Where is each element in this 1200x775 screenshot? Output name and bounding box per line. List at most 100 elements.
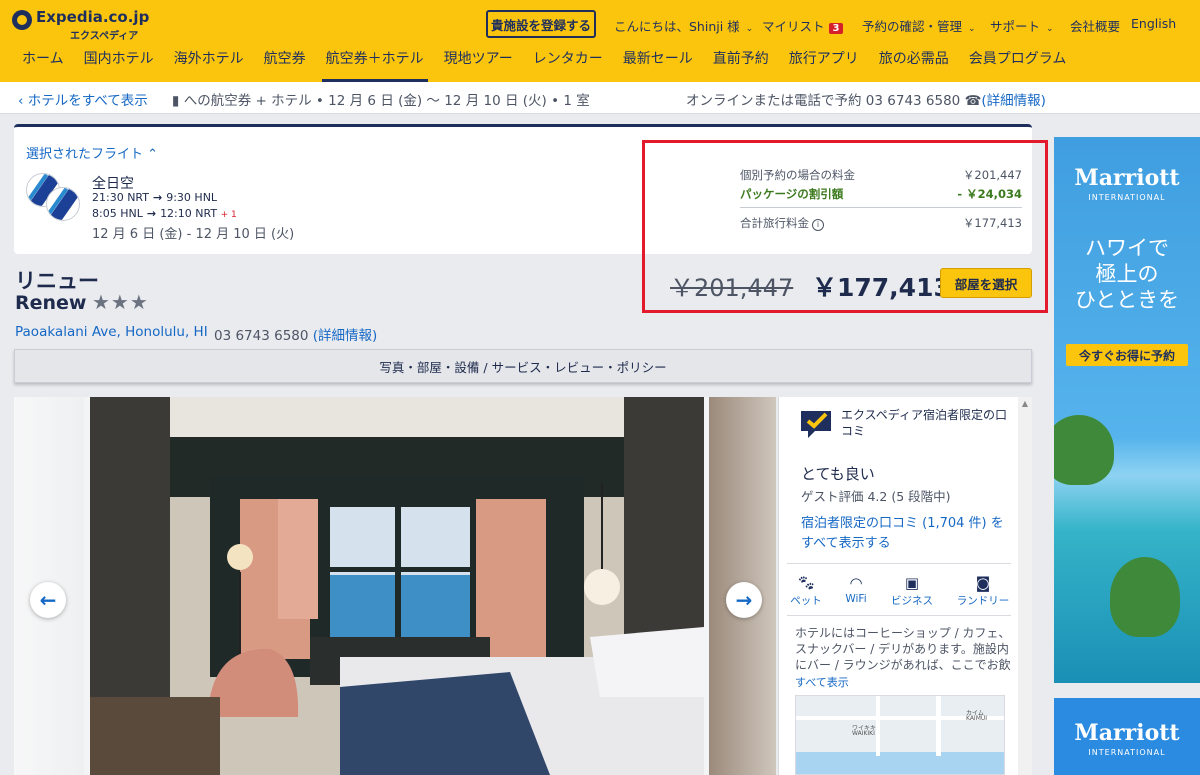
ad-book-now-button[interactable]: 今すぐお得に予約 (1066, 344, 1188, 366)
hotel-map[interactable]: ワイキキ WAIKIKI カイム KAIMUI (795, 695, 1005, 775)
trip-summary: ▮ への航空券 + ホテル • 12 月 6 日 (金) ～ 12 月 10 日… (172, 89, 590, 109)
nav-car-rental[interactable]: レンタカー (533, 46, 603, 76)
chevron-down-icon: ⌄ (745, 24, 754, 34)
amenity-business[interactable]: ▣ ビジネス (887, 573, 937, 608)
register-property-button[interactable]: 貴施設を登録する (486, 10, 596, 38)
flight-title-label: 選択されたフライト (26, 147, 144, 162)
trip-subbar: ‹ ホテルをすべて表示 ▮ への航空券 + ホテル • 12 月 6 日 (金)… (0, 82, 1200, 114)
hotel-name-japanese: リニュー (15, 269, 99, 293)
site-header: Expedia.co.jp エクスペディア 貴施設を登録する こんにちは、Shi… (0, 0, 1200, 82)
mylist-label: マイリスト (762, 19, 825, 34)
mylist-link[interactable]: マイリスト 3 (762, 16, 844, 35)
review-panel: エクスペディア宿泊者限定の口コミ とても良い ゲスト評価 4.2 (5 段階中)… (778, 397, 1018, 775)
photo-gallery: ← → (14, 397, 776, 775)
airline-name: 全日空 (92, 176, 134, 192)
expedia-logo[interactable]: Expedia.co.jp エクスペディア (12, 8, 149, 42)
chevron-down-icon: ⌄ (1046, 24, 1054, 34)
account-menu[interactable]: こんにちは、Shinji 様 ⌄ (614, 16, 753, 35)
marriott-logo-sub: INTERNATIONAL (1088, 748, 1166, 757)
phone-number: 03 6743 6580 (214, 328, 309, 344)
outbound-arrive-time: 9:30 (166, 191, 191, 204)
nav-flights[interactable]: 航空券 (264, 46, 306, 76)
marriott-logo-sub: INTERNATIONAL (1088, 193, 1166, 202)
company-link[interactable]: 会社概要 (1070, 16, 1120, 35)
return-depart-time: 8:05 (92, 207, 117, 220)
nav-travel-essentials[interactable]: 旅の必需品 (879, 46, 949, 76)
support-menu[interactable]: サポート ⌄ (990, 16, 1054, 35)
nav-member-program[interactable]: 会員プログラム (969, 46, 1067, 76)
divider (787, 615, 1011, 616)
amenity-label: ペット (790, 595, 822, 607)
amenity-label: ビジネス (891, 595, 933, 607)
nav-overseas-hotels[interactable]: 海外ホテル (174, 46, 244, 76)
return-to: NRT (195, 207, 218, 220)
nav-last-minute[interactable]: 直前予約 (713, 46, 769, 76)
globe-icon (12, 10, 32, 30)
contact-details-link[interactable]: (詳細情報) (981, 93, 1046, 109)
ad-headline-line: 極上の (1095, 262, 1159, 286)
see-all-description-link[interactable]: すべて表示 (795, 674, 849, 690)
previous-photo-button[interactable]: ← (30, 582, 66, 618)
scroll-up-icon[interactable]: ▲ (1018, 399, 1032, 411)
marriott-ad-banner-bottom[interactable]: Marriott INTERNATIONAL (1054, 698, 1200, 775)
arrow-left-icon: ← (39, 588, 57, 612)
review-label: エクスペディア宿泊者限定の口コミ (841, 408, 1007, 438)
paw-icon: 🐾︎ (796, 574, 816, 592)
nav-home[interactable]: ホーム (22, 46, 64, 76)
next-photo-button[interactable]: → (726, 582, 762, 618)
outbound-depart-time: 21:30 (92, 191, 124, 204)
review-panel-scrollbar[interactable]: ▲ (1018, 397, 1032, 775)
all-reviews-link[interactable]: 宿泊者限定の口コミ (1,704 件) をすべて表示する (801, 514, 1013, 554)
phone-details-link[interactable]: (詳細情報) (313, 328, 378, 344)
amenity-pet[interactable]: 🐾︎ ペット (781, 573, 831, 608)
language-link[interactable]: English (1131, 16, 1176, 31)
hotel-section-tabs[interactable]: 写真・部屋・設備 / サービス・レビュー・ポリシー (14, 349, 1032, 383)
outbound-from: NRT (127, 191, 149, 204)
amenity-wifi[interactable]: ◠ WiFi (831, 573, 881, 605)
outbound-to: HNL (194, 191, 218, 204)
amenity-label: WiFi (845, 593, 867, 605)
nav-domestic-hotels[interactable]: 国内ホテル (84, 46, 154, 76)
back-link-label: ホテルをすべて表示 (27, 93, 148, 109)
ad-headline-line: ハワイで (1085, 236, 1169, 260)
chevron-down-icon: ⌄ (968, 24, 976, 34)
marriott-logo: Marriott (1074, 720, 1180, 746)
laundry-icon: ◙ (975, 574, 991, 592)
logo-subtext: エクスペディア (70, 31, 139, 42)
outbound-flight: 21:30 NRT → 9:30 HNL (92, 191, 217, 204)
nav-local-tours[interactable]: 現地ツアー (444, 46, 513, 76)
marriott-logo: Marriott (1074, 165, 1180, 191)
ad-island-graphic (1110, 557, 1180, 637)
map-label: KAIMUI (966, 715, 988, 722)
greeting-text: こんにちは、Shinji 様 (614, 19, 740, 34)
return-flight: 8:05 HNL → 12:10 NRT + 1 (92, 207, 237, 220)
selected-flight-toggle[interactable]: 選択されたフライト ⌃ (26, 143, 158, 162)
hotel-name-english: Renew (15, 292, 87, 314)
return-arrive-time: 12:10 (160, 207, 192, 220)
hotel-description: ホテルにはコーヒーショップ / カフェ、スナックバー / デリがあります。施設内… (795, 626, 1011, 671)
back-to-hotels-link[interactable]: ‹ ホテルをすべて表示 (18, 89, 148, 109)
map-label: WAIKIKI (852, 730, 875, 737)
nav-travel-app[interactable]: 旅行アプリ (789, 46, 859, 76)
ad-headline-line: ひとときを (1074, 288, 1180, 312)
mylist-count-badge: 3 (828, 23, 844, 34)
main-navigation: ホーム 国内ホテル 海外ホテル 航空券 航空券＋ホテル 現地ツアー レンタカー … (22, 46, 1086, 82)
nav-latest-sale[interactable]: 最新セール (623, 46, 693, 76)
marriott-ad-banner[interactable]: Marriott INTERNATIONAL ハワイで 極上の ひとときを 今す… (1054, 137, 1200, 683)
amenity-laundry[interactable]: ◙ ランドリー (953, 573, 1013, 608)
ad-island-graphic (1054, 415, 1114, 485)
phone-icon: ☎ (964, 93, 982, 109)
flight-dates: 12 月 6 日 (金) - 12 月 10 日 (火) (92, 227, 295, 242)
chevron-left-icon: ‹ (18, 93, 28, 109)
return-from: HNL (120, 207, 143, 220)
star-rating: ★★★ (92, 290, 149, 314)
wifi-icon: ◠ (849, 574, 863, 592)
map-road (936, 696, 941, 756)
arrow-right-icon: → (735, 588, 753, 612)
arrow-right-icon: → (146, 207, 157, 220)
verified-review-icon (799, 409, 833, 439)
reservations-menu[interactable]: 予約の確認・管理 ⌄ (862, 16, 976, 35)
nav-flight-hotel[interactable]: 航空券＋ホテル (321, 46, 428, 82)
hotel-address-link[interactable]: Paoakalani Ave, Honolulu, HI (15, 324, 208, 340)
luggage-icon: ▮ (172, 93, 184, 109)
